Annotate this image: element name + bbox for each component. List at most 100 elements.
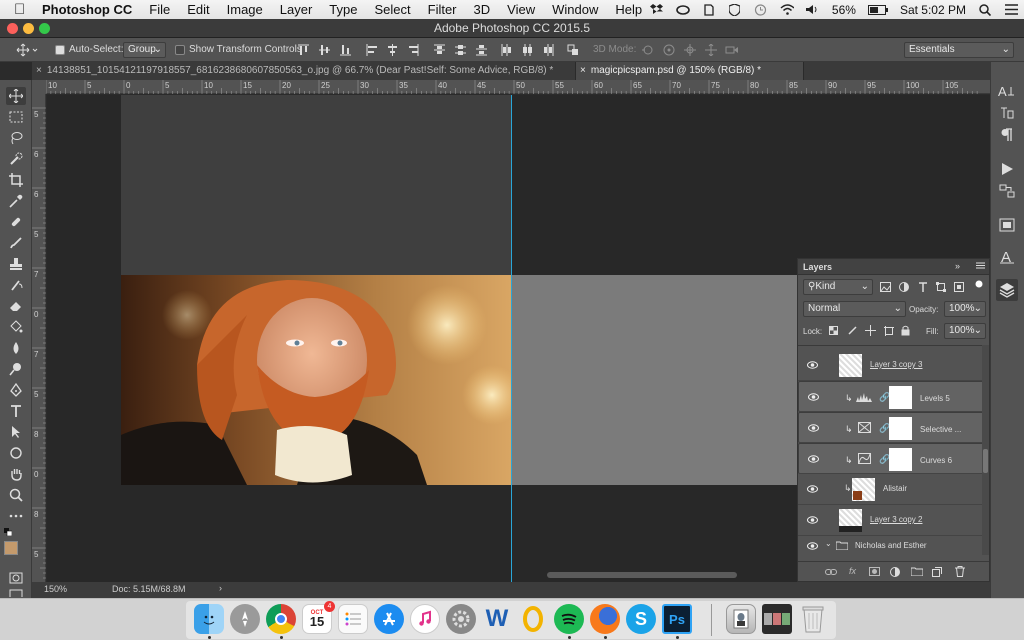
lasso-tool-icon[interactable] [6, 129, 26, 147]
app-store-icon[interactable] [374, 604, 404, 634]
layer-thumbnail[interactable] [839, 354, 862, 377]
launchpad-icon[interactable] [230, 604, 260, 634]
crop-tool-icon[interactable] [6, 171, 26, 189]
layer-name[interactable]: Layer 3 copy 2 [870, 515, 922, 524]
distribute-right-icon[interactable] [543, 44, 554, 56]
path-selection-tool-icon[interactable] [6, 423, 26, 441]
notification-center-icon[interactable] [1004, 4, 1018, 16]
layer-mask-thumbnail[interactable] [889, 448, 912, 471]
menu-type[interactable]: Type [329, 2, 357, 17]
lock-transparent-icon[interactable] [829, 326, 838, 335]
libraries-panel-icon[interactable] [999, 218, 1015, 232]
auto-align-layers-icon[interactable] [567, 44, 580, 56]
eraser-tool-icon[interactable] [6, 297, 26, 315]
glyph-a-panel-icon[interactable]: A [999, 248, 1015, 264]
shield-icon[interactable] [728, 3, 742, 16]
itunes-icon[interactable] [410, 604, 440, 634]
new-layer-icon[interactable] [932, 567, 942, 577]
zoom-window-button[interactable] [39, 23, 50, 34]
system-preferences-icon[interactable] [446, 604, 476, 634]
reminders-icon[interactable] [338, 604, 368, 634]
vertical-ruler[interactable]: 5 6 6 5 7 0 7 5 8 0 8 5 [32, 94, 46, 582]
menu-filter[interactable]: Filter [428, 2, 457, 17]
move-tool-preset-icon[interactable] [16, 43, 38, 57]
layer-mask-thumbnail[interactable] [889, 386, 912, 409]
layer-row[interactable]: Layer 3 copy 3 [798, 350, 982, 381]
lock-position-icon[interactable] [865, 325, 876, 336]
fill-input[interactable]: 100% ⌄ [944, 323, 986, 339]
outlook-icon[interactable] [518, 604, 548, 634]
layer-row[interactable]: ↳ Alistair [798, 474, 982, 505]
3d-drag-icon[interactable] [683, 44, 697, 56]
wifi-icon[interactable] [780, 4, 794, 16]
photos-stack-icon[interactable] [762, 604, 792, 634]
align-bottom-icon[interactable] [340, 44, 351, 56]
filter-shape-icon[interactable] [936, 282, 946, 292]
layer-list[interactable]: Layer 3 copy 3 ↳ 🔗 Levels 5 ↳ 🔗 Selectiv… [798, 345, 982, 555]
lock-all-icon[interactable] [901, 325, 910, 336]
layer-row[interactable]: ↳ 🔗 Selective ... [798, 412, 982, 443]
menu-help[interactable]: Help [615, 2, 642, 17]
layer-name[interactable]: Curves 6 [920, 454, 952, 468]
align-vcenter-icon[interactable] [319, 44, 330, 56]
layer-thumbnail[interactable] [852, 478, 875, 501]
zoom-level[interactable]: 150% [44, 584, 67, 594]
shape-tool-icon[interactable] [6, 444, 26, 462]
layer-group-row[interactable]: ⌄ Nicholas and Esther [798, 536, 982, 555]
3d-roll-icon[interactable] [662, 44, 676, 56]
3d-rotate-icon[interactable] [641, 44, 655, 56]
eyedropper-tool-icon[interactable] [6, 192, 26, 210]
hand-tool-icon[interactable] [6, 465, 26, 483]
show-transform-checkbox[interactable] [175, 45, 185, 55]
creative-cloud-icon[interactable] [676, 4, 690, 16]
more-tools-icon[interactable] [6, 507, 26, 525]
trash-icon[interactable] [798, 604, 828, 634]
panel-menu-icon[interactable] [976, 261, 985, 270]
default-colors-icon[interactable] [4, 528, 12, 536]
menu-image[interactable]: Image [227, 2, 263, 17]
align-top-icon[interactable] [298, 44, 309, 56]
paint-bucket-tool-icon[interactable] [6, 318, 26, 336]
layer-name[interactable]: Selective ... [920, 423, 961, 437]
menu-app-name[interactable]: Photoshop CC [42, 2, 132, 17]
type-tool-icon[interactable] [6, 402, 26, 420]
quick-selection-tool-icon[interactable] [6, 150, 26, 168]
menu-layer[interactable]: Layer [280, 2, 313, 17]
tab-document-2[interactable]: × magicpicspam.psd @ 150% (RGB/8) * [576, 62, 804, 80]
distribute-left-icon[interactable] [501, 44, 512, 56]
healing-brush-tool-icon[interactable] [6, 213, 26, 231]
finder-icon[interactable] [194, 604, 224, 634]
filter-pixel-icon[interactable] [880, 282, 891, 292]
add-mask-icon[interactable] [869, 567, 880, 576]
collapse-panel-icon[interactable]: » [955, 261, 960, 271]
clock[interactable]: Sat 5:02 PM [900, 3, 966, 17]
visibility-eye-icon[interactable] [807, 360, 818, 370]
align-right-icon[interactable] [408, 44, 419, 56]
menu-select[interactable]: Select [374, 2, 410, 17]
dodge-tool-icon[interactable] [6, 360, 26, 378]
filter-kind-dropdown[interactable]: ⚲Kind ⌄ [803, 279, 873, 295]
volume-icon[interactable] [805, 4, 820, 16]
filter-adjustment-icon[interactable] [899, 282, 909, 292]
layer-row[interactable]: ↳ 🔗 Curves 6 [798, 443, 982, 474]
layer-name[interactable]: Nicholas and Esther [855, 541, 927, 550]
tab-document-1[interactable]: × 14138851_10154121197918557_681623868060… [32, 62, 576, 80]
preview-icon[interactable] [726, 604, 756, 634]
spotify-icon[interactable] [554, 604, 584, 634]
layer-row[interactable]: Layer 3 copy 2 [798, 505, 982, 536]
link-layers-icon[interactable] [825, 568, 837, 576]
opacity-input[interactable]: 100% ⌄ [944, 301, 986, 317]
layer-mask-thumbnail[interactable] [889, 417, 912, 440]
menu-view[interactable]: View [507, 2, 535, 17]
screen-mode-icon[interactable] [6, 589, 26, 597]
distribute-hcenter-icon[interactable] [522, 44, 533, 56]
filter-toggle-icon[interactable] [975, 280, 983, 288]
layer-list-scrollbar[interactable] [982, 345, 989, 555]
distribute-bottom-icon[interactable] [476, 44, 487, 56]
layer-name[interactable]: Levels 5 [920, 392, 950, 406]
chrome-icon[interactable] [266, 604, 296, 634]
layer-effects-icon[interactable]: fx [849, 566, 856, 576]
character-panel-icon[interactable]: A [998, 84, 1016, 98]
history-brush-tool-icon[interactable] [6, 276, 26, 294]
paragraph-panel-icon[interactable] [1000, 128, 1014, 142]
